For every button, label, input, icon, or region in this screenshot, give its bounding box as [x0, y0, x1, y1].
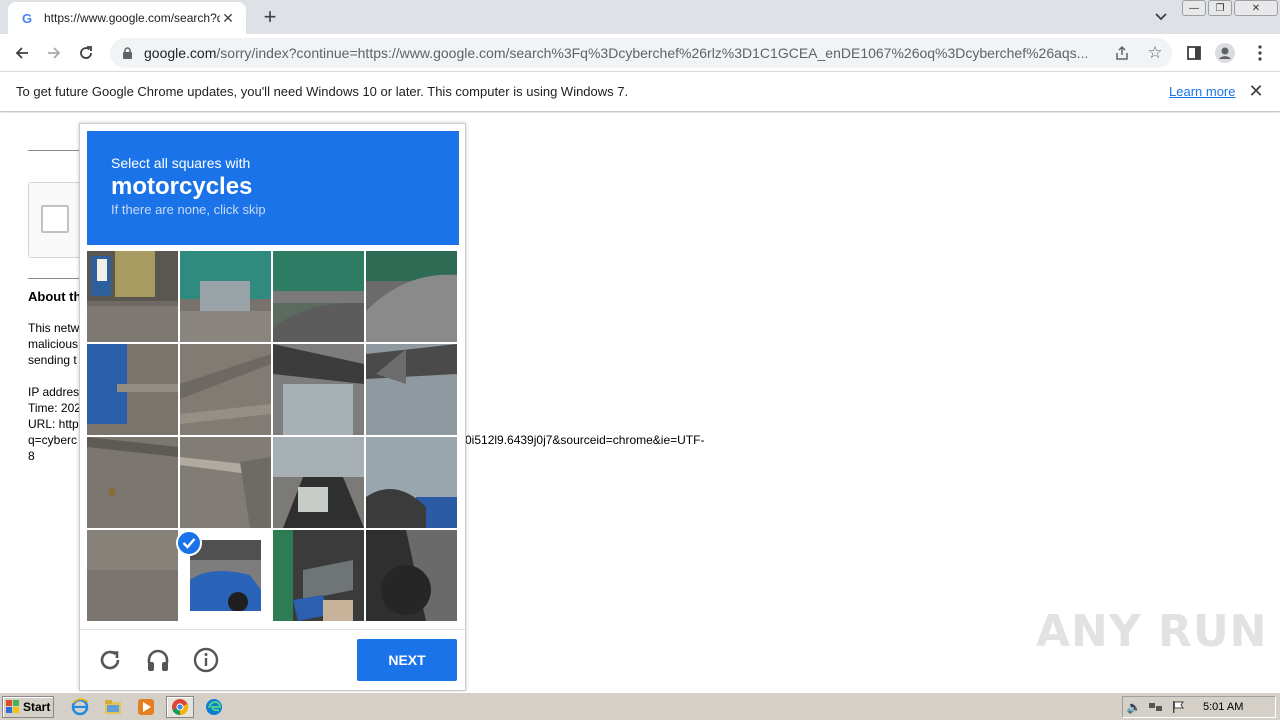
image-grid [87, 251, 459, 623]
start-button[interactable]: Start [2, 696, 54, 718]
image-tile[interactable] [273, 530, 364, 621]
image-tile[interactable] [366, 437, 457, 528]
address-bar[interactable]: google.com/sorry/index?continue=https://… [110, 38, 1172, 68]
url-tail-text: 0i512l9.6439j0j7&sourceid=chrome&ie=UTF- [465, 433, 705, 447]
window-controls: — ❐ ✕ [1182, 0, 1278, 18]
svg-text:G: G [22, 11, 32, 25]
challenge-header: Select all squares with motorcycles If t… [87, 131, 459, 245]
recaptcha-challenge: Select all squares with motorcycles If t… [79, 123, 466, 691]
image-tile[interactable] [87, 530, 178, 621]
tab-close-icon[interactable]: ✕ [220, 10, 236, 26]
new-tab-button[interactable]: + [258, 6, 282, 29]
challenge-footer: NEXT [80, 629, 465, 691]
paragraph-line: URL: http [28, 417, 79, 431]
image-tile[interactable] [366, 530, 457, 621]
system-tray: 🔈 5:01 AM [1122, 696, 1276, 718]
recaptcha-checkbox[interactable] [41, 205, 69, 233]
forward-icon[interactable] [42, 41, 66, 65]
media-player-taskbar-icon[interactable] [132, 696, 160, 718]
action-center-flag-icon[interactable] [1167, 698, 1189, 716]
image-tile[interactable] [180, 344, 271, 435]
challenge-hint: If there are none, click skip [111, 202, 266, 217]
image-tile[interactable] [87, 344, 178, 435]
volume-icon[interactable]: 🔈 [1123, 698, 1145, 716]
tab-search-icon[interactable] [1152, 8, 1170, 26]
back-icon[interactable] [10, 41, 34, 65]
image-tile[interactable] [87, 437, 178, 528]
audio-challenge-icon[interactable] [143, 645, 173, 675]
url-domain: google.com [144, 45, 217, 61]
image-tile[interactable] [366, 344, 457, 435]
chrome-taskbar-icon[interactable] [166, 696, 194, 718]
paragraph-line: malicious [28, 337, 79, 351]
update-infobar: To get future Google Chrome updates, you… [0, 72, 1280, 112]
image-tile[interactable] [366, 251, 457, 342]
minimize-icon[interactable]: — [1182, 0, 1206, 16]
image-tile[interactable] [180, 251, 271, 342]
learn-more-link[interactable]: Learn more [1169, 84, 1235, 99]
paragraph-line: Time: 202 [28, 401, 81, 415]
paragraph-line: sending t [28, 353, 77, 367]
paragraph-line: q=cyberc [28, 433, 78, 447]
network-icon[interactable] [1145, 698, 1167, 716]
lock-icon[interactable] [120, 46, 134, 60]
paragraph-line: This netw [28, 321, 80, 335]
image-tile[interactable] [273, 251, 364, 342]
anyrun-watermark: ANY RUN [1036, 606, 1268, 657]
tab-strip: G https://www.google.com/search?q= ✕ + —… [0, 0, 1280, 34]
start-label: Start [23, 700, 51, 714]
side-panel-icon[interactable] [1184, 43, 1204, 63]
challenge-keyword: motorcycles [111, 173, 253, 200]
edge-taskbar-icon[interactable] [200, 696, 228, 718]
browser-tab[interactable]: G https://www.google.com/search?q= ✕ [8, 2, 246, 34]
next-button[interactable]: NEXT [357, 639, 457, 681]
image-tile[interactable] [273, 344, 364, 435]
url-path: /sorry/index?continue=https://www.google… [216, 45, 1089, 61]
share-icon[interactable] [1114, 45, 1130, 61]
tab-title: https://www.google.com/search?q= [44, 11, 220, 25]
taskbar-clock: 5:01 AM [1203, 701, 1244, 713]
info-icon[interactable] [191, 645, 221, 675]
url-text: google.com/sorry/index?continue=https://… [144, 45, 1102, 61]
browser-toolbar: google.com/sorry/index?continue=https://… [0, 34, 1280, 72]
ie-taskbar-icon[interactable] [66, 696, 94, 718]
bookmark-star-icon[interactable]: ☆ [1146, 44, 1164, 62]
menu-kebab-icon[interactable] [1250, 43, 1270, 63]
restore-icon[interactable]: ❐ [1208, 0, 1232, 16]
windows-logo-icon [6, 700, 19, 713]
paragraph-line: IP addres [28, 385, 80, 399]
close-window-icon[interactable]: ✕ [1234, 0, 1278, 16]
explorer-taskbar-icon[interactable] [99, 696, 127, 718]
image-tile[interactable] [87, 251, 178, 342]
reload-challenge-icon[interactable] [95, 645, 125, 675]
infobar-message: To get future Google Chrome updates, you… [16, 84, 629, 99]
about-heading: About th [28, 289, 82, 304]
google-favicon-icon: G [20, 10, 36, 26]
windows-taskbar: Start 🔈 5:01 AM [0, 692, 1280, 720]
infobar-close-icon[interactable]: ✕ [1248, 82, 1264, 100]
selected-check-icon [176, 530, 202, 556]
image-tile[interactable] [273, 437, 364, 528]
challenge-instruction: Select all squares with [111, 155, 251, 171]
profile-avatar-icon[interactable] [1215, 43, 1235, 63]
image-tile[interactable] [180, 437, 271, 528]
reload-icon[interactable] [74, 41, 98, 65]
paragraph-line: 8 [28, 449, 35, 463]
